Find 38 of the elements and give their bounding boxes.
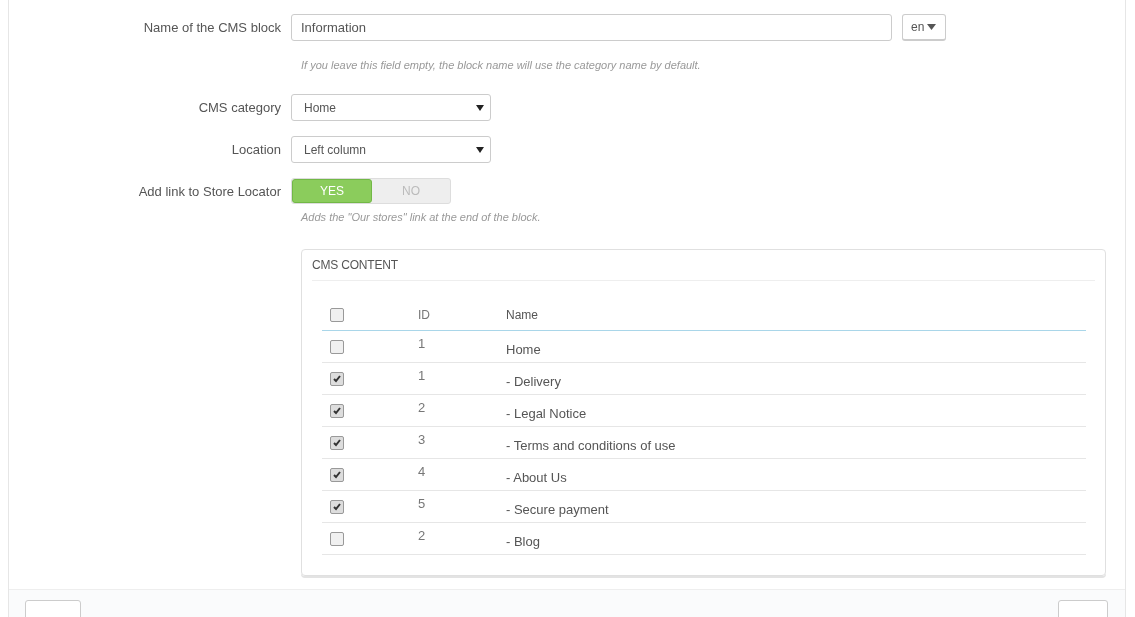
field-label: Add link to Store Locator — [137, 183, 282, 199]
help-text: If you leave this field empty, the block name will use the category name by default. — [301, 59, 702, 71]
caret-icon — [927, 24, 937, 30]
table-cell: - Blog — [506, 534, 540, 549]
column-header: ID — [417, 300, 505, 331]
row-checkbox[interactable] — [330, 372, 344, 387]
table-cell: 5 — [418, 496, 426, 511]
table-cell: - About Us — [506, 470, 567, 485]
field-label: CMS category — [197, 100, 282, 115]
field-label: Location — [230, 142, 282, 157]
row-checkbox[interactable] — [330, 436, 344, 451]
column-header: Name — [505, 300, 1086, 331]
location-select[interactable]: Left column — [291, 136, 491, 163]
row-checkbox[interactable] — [330, 532, 344, 547]
help-text: Adds the "Our stores" link at the end of the block. — [301, 211, 542, 223]
table-cell: - Delivery — [506, 374, 561, 389]
language-dropdown[interactable]: en — [902, 14, 946, 41]
table-cell: 1 — [418, 368, 426, 383]
table-cell: - Secure payment — [506, 502, 609, 517]
row-checkbox[interactable] — [330, 500, 344, 515]
table-cell: - Terms and conditions of use — [506, 438, 676, 453]
caret-icon — [476, 104, 484, 111]
row-checkbox[interactable] — [330, 404, 344, 419]
table-cell: 4 — [418, 464, 426, 479]
row-checkbox[interactable] — [330, 340, 344, 355]
table-cell: 1 — [418, 336, 426, 351]
block-name-field[interactable]: Information — [291, 14, 892, 41]
category-select[interactable]: Home — [291, 94, 491, 121]
table-cell: Home — [506, 342, 541, 357]
table-cell: 2 — [418, 528, 426, 543]
row-checkbox[interactable] — [330, 468, 344, 483]
panel-title: CMS CONTENT — [312, 250, 1095, 281]
caret-icon — [476, 146, 484, 153]
table-cell: 3 — [418, 432, 426, 447]
select-all-checkbox[interactable] — [330, 308, 344, 323]
field-label: Name of the CMS block — [142, 20, 282, 35]
table-cell: - Legal Notice — [506, 406, 587, 421]
table-cell: 2 — [418, 400, 426, 415]
